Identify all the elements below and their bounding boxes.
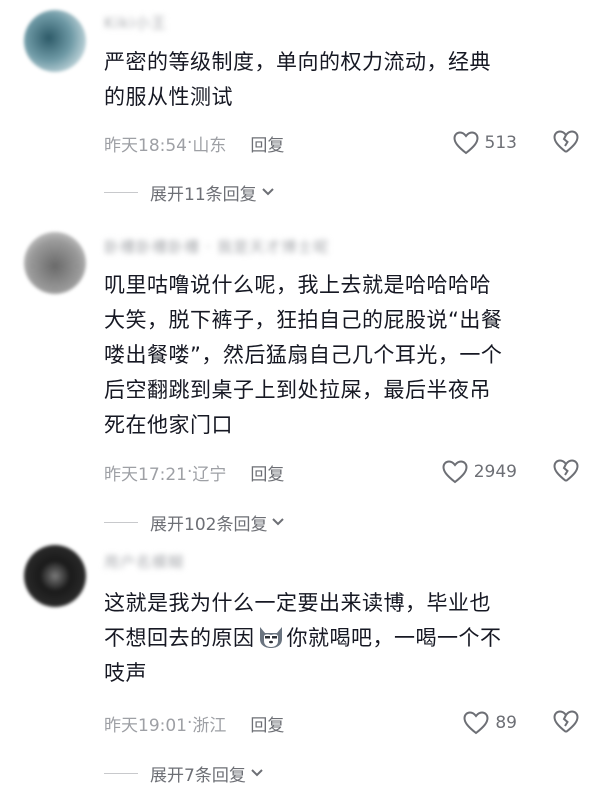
like-button[interactable]: 513 xyxy=(453,131,517,155)
dislike-button[interactable] xyxy=(553,710,579,739)
expand-replies[interactable]: 展开102条回复 xyxy=(104,510,285,535)
heart-icon xyxy=(463,711,489,735)
username[interactable]: 用户名模糊 xyxy=(104,551,184,571)
husky-emoji-icon xyxy=(257,625,285,649)
comment-time: 昨天18:54 xyxy=(104,135,187,156)
comment-location: 山东 xyxy=(192,135,227,156)
avatar[interactable] xyxy=(24,232,86,294)
comment-text: 严密的等级制度，单向的权力流动，经典 的服从性测试 xyxy=(104,50,491,109)
divider-line xyxy=(104,191,138,193)
like-count: 2949 xyxy=(473,462,517,482)
chevron-down-icon xyxy=(261,188,274,196)
expand-replies[interactable]: 展开7条回复 xyxy=(104,761,264,786)
heart-icon xyxy=(442,460,468,484)
reply-button[interactable]: 回复 xyxy=(250,460,284,485)
dislike-button[interactable] xyxy=(553,459,579,488)
comment-text: 这就是我为什么一定要出来读博，毕业也 不想回去的原因 你就喝吧，一喝一个不 吱声 xyxy=(104,586,574,691)
username[interactable]: Kiki小王 xyxy=(104,12,167,32)
like-count: 89 xyxy=(495,713,517,733)
broken-heart-icon xyxy=(553,459,579,482)
avatar[interactable] xyxy=(24,10,86,72)
broken-heart-icon xyxy=(553,130,579,153)
expand-replies-label: 展开11条回复 xyxy=(150,184,257,205)
comment-meta: 昨天18:54 · 山东 回复 513 xyxy=(104,128,579,158)
heart-icon xyxy=(453,131,479,155)
expand-replies[interactable]: 展开11条回复 xyxy=(104,180,275,205)
divider-line xyxy=(104,772,138,774)
broken-heart-icon xyxy=(553,710,579,733)
dislike-button[interactable] xyxy=(553,130,579,159)
like-button[interactable]: 2949 xyxy=(442,460,517,484)
like-button[interactable]: 89 xyxy=(463,711,517,735)
reply-button[interactable]: 回复 xyxy=(250,131,284,156)
chevron-down-icon xyxy=(272,518,285,526)
comment-time: 昨天19:01 xyxy=(104,715,187,736)
comment-meta: 昨天19:01 · 浙江 回复 89 xyxy=(104,708,579,738)
divider-line xyxy=(104,521,138,523)
comment-meta: 昨天17:21 · 辽宁 回复 2949 xyxy=(104,457,579,487)
like-count: 513 xyxy=(484,133,517,153)
reply-button[interactable]: 回复 xyxy=(250,711,284,736)
username[interactable]: 卧槽卧槽卧槽 · 我是天才博士呢 xyxy=(104,236,329,256)
expand-replies-label: 展开102条回复 xyxy=(150,514,268,535)
avatar[interactable] xyxy=(24,545,86,607)
comment-location: 浙江 xyxy=(192,715,227,736)
comment-time: 昨天17:21 xyxy=(104,464,187,485)
comment-text: 叽里咕噜说什么呢，我上去就是哈哈哈哈 大笑，脱下裤子，狂拍自己的屁股说“出餐 喽… xyxy=(104,273,503,437)
comment-location: 辽宁 xyxy=(192,464,227,485)
chevron-down-icon xyxy=(251,769,263,777)
expand-replies-label: 展开7条回复 xyxy=(150,765,246,786)
